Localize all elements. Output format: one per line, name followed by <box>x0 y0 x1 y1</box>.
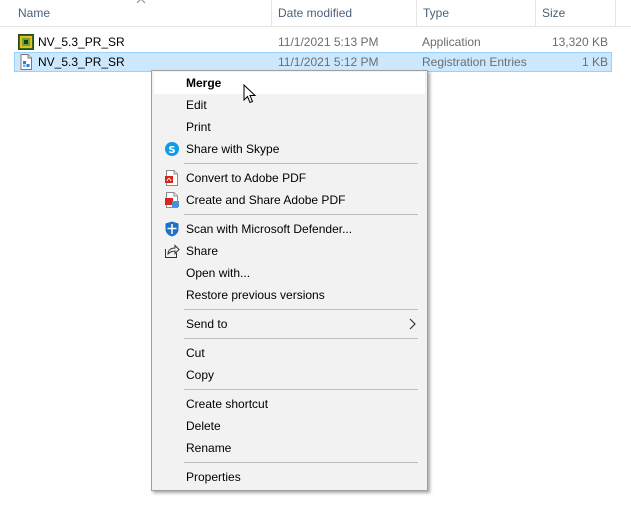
menu-item-open-with[interactable]: Open with... <box>154 262 425 284</box>
menu-separator <box>184 389 418 390</box>
file-name: NV_5.3_PR_SR <box>38 35 125 49</box>
menu-item-convert-to-adobe-pdf[interactable]: Convert to Adobe PDF <box>154 167 425 189</box>
menu-separator <box>184 338 418 339</box>
file-type: Registration Entries <box>422 55 527 69</box>
skype-icon: S <box>165 142 179 156</box>
menu-separator <box>184 309 418 310</box>
menu-separator <box>184 163 418 164</box>
file-date: 11/1/2021 5:12 PM <box>278 55 379 69</box>
application-icon <box>18 34 34 50</box>
menu-separator <box>184 214 418 215</box>
svg-text:S: S <box>168 145 175 156</box>
menu-item-edit[interactable]: Edit <box>154 94 425 116</box>
share-icon <box>165 244 180 258</box>
column-header-bar: Name Date modified Type Size <box>0 0 631 27</box>
column-name[interactable]: Name <box>12 0 271 27</box>
file-size: 13,320 KB <box>551 35 608 49</box>
chevron-right-icon <box>409 318 416 330</box>
adobe-pdf-icon <box>165 170 178 186</box>
menu-item-merge[interactable]: Merge <box>154 72 425 94</box>
menu-item-scan-with-defender[interactable]: Scan with Microsoft Defender... <box>154 218 425 240</box>
menu-item-create-and-share-adobe-pdf[interactable]: Create and Share Adobe PDF <box>154 189 425 211</box>
file-size: 1 KB <box>581 55 608 69</box>
column-divider <box>615 0 616 27</box>
menu-item-share[interactable]: Share <box>154 240 425 262</box>
defender-shield-icon <box>165 221 179 237</box>
menu-separator <box>184 462 418 463</box>
menu-item-share-with-skype[interactable]: S Share with Skype <box>154 138 425 160</box>
menu-item-properties[interactable]: Properties <box>154 466 425 488</box>
adobe-pdf-share-icon <box>165 192 179 208</box>
menu-item-restore-previous-versions[interactable]: Restore previous versions <box>154 284 425 306</box>
file-row-selected[interactable]: NV_5.3_PR_SR 11/1/2021 5:12 PM Registrat… <box>14 52 612 72</box>
menu-item-cut[interactable]: Cut <box>154 342 425 364</box>
column-size[interactable]: Size <box>535 0 615 27</box>
context-menu: Merge Edit Print S Share with Skype Conv… <box>151 70 428 491</box>
menu-item-send-to[interactable]: Send to <box>154 313 425 335</box>
menu-item-copy[interactable]: Copy <box>154 364 425 386</box>
mouse-pointer-icon <box>243 84 257 104</box>
menu-item-create-shortcut[interactable]: Create shortcut <box>154 393 425 415</box>
column-type[interactable]: Type <box>416 0 535 27</box>
menu-item-print[interactable]: Print <box>154 116 425 138</box>
file-row[interactable]: NV_5.3_PR_SR 11/1/2021 5:13 PM Applicati… <box>14 32 612 52</box>
column-date-modified[interactable]: Date modified <box>271 0 416 27</box>
file-type: Application <box>422 35 481 49</box>
file-name: NV_5.3_PR_SR <box>38 55 125 69</box>
file-date: 11/1/2021 5:13 PM <box>278 35 379 49</box>
menu-item-rename[interactable]: Rename <box>154 437 425 459</box>
registry-file-icon <box>20 54 32 70</box>
menu-item-delete[interactable]: Delete <box>154 415 425 437</box>
